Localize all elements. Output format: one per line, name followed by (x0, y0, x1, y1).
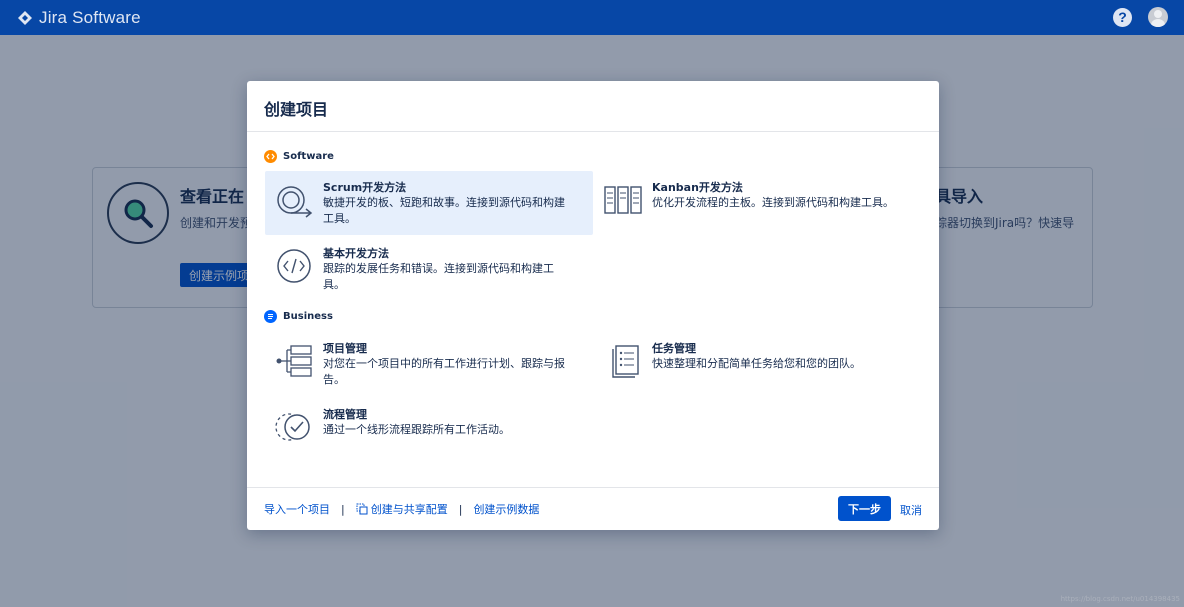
description-line: 具。 (323, 278, 345, 291)
footer-links: 导入一个项目 | 创建与共享配置 | 创建示例数据 (264, 501, 539, 517)
jira-logo[interactable]: Jira Software (17, 8, 141, 28)
import-project-link[interactable]: 导入一个项目 (264, 501, 330, 517)
section-label: Software (283, 151, 334, 162)
option-description: 对您在一个项目中的所有工作进行计划、跟踪与报 告。 (323, 356, 565, 388)
option-task-management[interactable]: 任务管理 快速整理和分配简单任务给您和您的团队。 (594, 332, 922, 396)
code-brackets-icon (277, 249, 311, 283)
process-check-icon (275, 413, 310, 441)
section-label: Business (283, 311, 333, 322)
option-title: 流程管理 (323, 408, 367, 421)
option-scrum[interactable]: Scrum开发方法 敏捷开发的板、短跑和故事。连接到源代码和构建 工具。 (265, 171, 593, 235)
scrum-cycle-icon (277, 186, 313, 218)
task-list-icon (612, 345, 639, 378)
description-line: 优化开发流程的主板。连接到源代码和构建工具。 (652, 196, 894, 209)
footer-divider (247, 487, 939, 488)
brand-name: Jira Software (39, 7, 141, 27)
project-stack-icon (276, 345, 312, 377)
option-title: 任务管理 (652, 342, 696, 355)
description-line: 工具。 (323, 212, 356, 225)
description-line: 告。 (323, 373, 345, 386)
section-software: Software (264, 150, 334, 163)
cancel-button[interactable]: 取消 (900, 502, 922, 518)
option-description: 快速整理和分配简单任务给您和您的团队。 (652, 356, 861, 372)
watermark: https://blog.csdn.net/u014398435 (1060, 595, 1180, 603)
description-line: 对您在一个项目中的所有工作进行计划、跟踪与报 (323, 357, 565, 370)
top-navigation-bar: Jira Software ? (0, 0, 1184, 35)
description-line: 跟踪的发展任务和错误。连接到源代码和构建工 (323, 262, 554, 275)
dialog-title: 创建项目 (264, 100, 329, 119)
next-button[interactable]: 下一步 (838, 496, 891, 521)
link-separator: | (341, 502, 345, 516)
question-circle-icon[interactable]: ? (1113, 7, 1132, 27)
description-line: 通过一个线形流程跟踪所有工作活动。 (323, 423, 510, 436)
option-title: 项目管理 (323, 342, 367, 355)
option-project-management[interactable]: 项目管理 对您在一个项目中的所有工作进行计划、跟踪与报 告。 (265, 332, 593, 396)
option-title: Kanban开发方法 (652, 181, 743, 194)
create-share-config-link[interactable]: 创建与共享配置 (371, 501, 448, 517)
option-title: Scrum开发方法 (323, 181, 407, 194)
option-description: 通过一个线形流程跟踪所有工作活动。 (323, 422, 510, 438)
create-sample-data-link[interactable]: 创建示例数据 (473, 501, 539, 517)
jira-diamond-icon (18, 10, 32, 25)
option-kanban[interactable]: Kanban开发方法 优化开发流程的主板。连接到源代码和构建工具。 (594, 171, 922, 235)
header-divider (247, 131, 939, 132)
option-basic[interactable]: 基本开发方法 跟踪的发展任务和错误。连接到源代码和构建工 具。 (265, 237, 593, 301)
software-code-icon (264, 150, 277, 163)
section-business: Business (264, 310, 333, 323)
option-title: 基本开发方法 (323, 247, 389, 260)
description-line: 快速整理和分配简单任务给您和您的团队。 (652, 357, 861, 370)
option-description: 敏捷开发的板、短跑和故事。连接到源代码和构建 工具。 (323, 195, 565, 227)
create-project-dialog: 创建项目 Software Scrum开发方法 敏捷开发的板、短跑和故事。连接到… (247, 81, 939, 530)
business-document-icon (264, 310, 277, 323)
user-avatar-icon[interactable] (1148, 7, 1168, 27)
copy-config-icon (356, 503, 368, 515)
link-separator: | (458, 502, 463, 516)
kanban-board-icon (604, 186, 642, 214)
description-line: 敏捷开发的板、短跑和故事。连接到源代码和构建 (323, 196, 565, 209)
option-process-management[interactable]: 流程管理 通过一个线形流程跟踪所有工作活动。 (265, 398, 593, 462)
option-description: 优化开发流程的主板。连接到源代码和构建工具。 (652, 195, 894, 211)
option-description: 跟踪的发展任务和错误。连接到源代码和构建工 具。 (323, 261, 554, 293)
